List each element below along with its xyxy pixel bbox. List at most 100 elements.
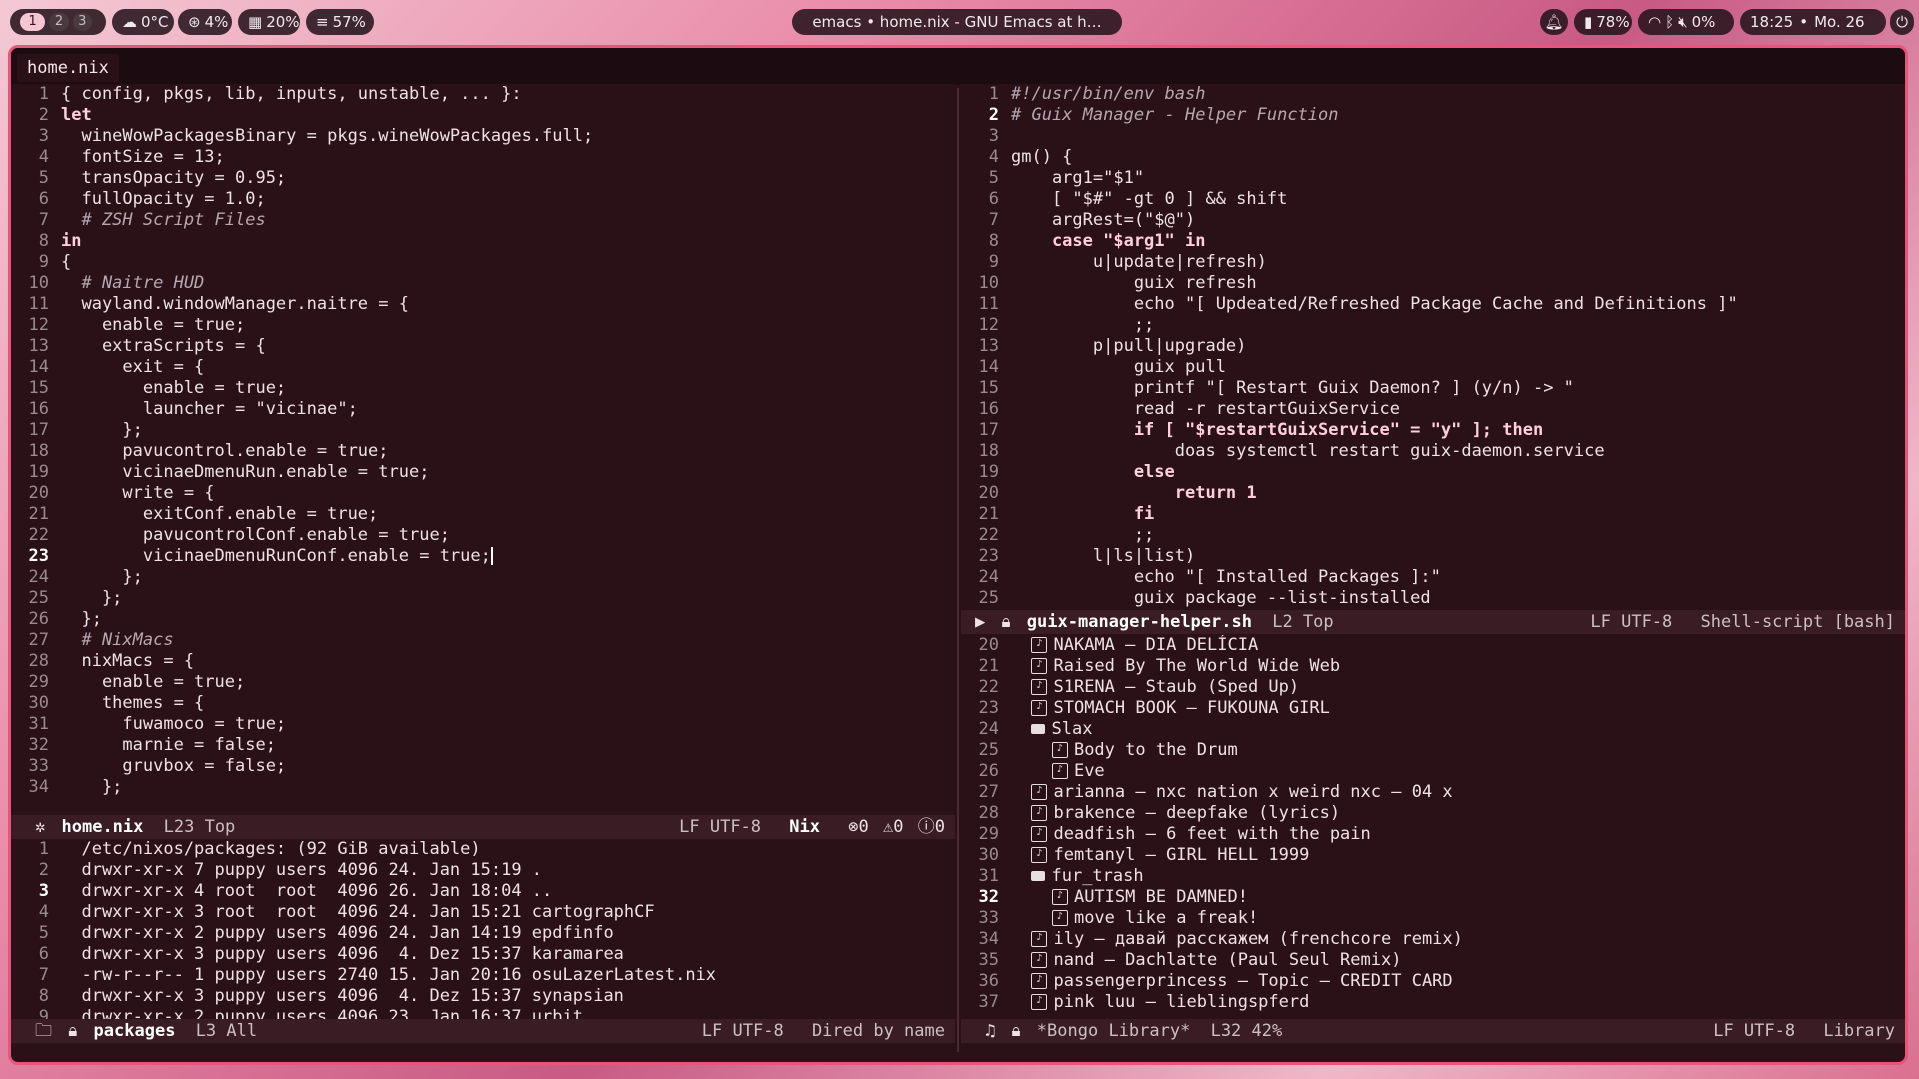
modeline-major-mode[interactable]: Dired by name xyxy=(812,1021,945,1041)
code-line[interactable]: 28 nixMacs = { xyxy=(11,651,955,672)
clock-widget[interactable]: 18:25 • Mo. 26 xyxy=(1740,9,1886,35)
code-line[interactable]: 18 pavucontrol.enable = true; xyxy=(11,441,955,462)
home-nix-buffer[interactable]: 1 { config, pkgs, lib, inputs, unstable, … xyxy=(11,84,955,850)
code-line[interactable]: 35 ♪ nand — Dachlatte (Paul Seul Remix) xyxy=(961,950,1905,971)
code-line[interactable]: 6 [ "$#" -gt 0 ] && shift xyxy=(961,189,1905,210)
code-line[interactable]: 29 enable = true; xyxy=(11,672,955,693)
code-line[interactable]: 37 ♪ pink luu — lieblingspferd xyxy=(961,992,1905,1013)
code-line[interactable]: 3 drwxr-xr-x 4 root root 4096 26. Jan 18… xyxy=(11,881,955,902)
code-line[interactable]: 4 drwxr-xr-x 3 root root 4096 24. Jan 15… xyxy=(11,902,955,923)
code-line[interactable]: 20 write = { xyxy=(11,483,955,504)
code-line[interactable]: 7 -rw-r--r-- 1 puppy users 2740 15. Jan … xyxy=(11,965,955,986)
network-audio-widget[interactable]: ◠ ᛒ 🔇︎ 0% xyxy=(1638,9,1734,35)
code-line[interactable]: 17 }; xyxy=(11,420,955,441)
power-icon[interactable]: ⏻ xyxy=(1890,9,1914,35)
code-line[interactable]: 1 { config, pkgs, lib, inputs, unstable, … xyxy=(11,84,955,105)
code-line[interactable]: 6 drwxr-xr-x 3 puppy users 4096 4. Dez 1… xyxy=(11,944,955,965)
error-count[interactable]: 0 xyxy=(859,817,869,837)
code-line[interactable]: 31 fur_trash xyxy=(961,866,1905,887)
dired-buffer[interactable]: 1 /etc/nixos/packages: (92 GiB available… xyxy=(11,839,955,1039)
memory-widget[interactable]: ▦ 20% xyxy=(238,9,300,35)
tab-home-nix[interactable]: home.nix xyxy=(17,54,119,82)
code-line[interactable]: 18 doas systemctl restart guix-daemon.se… xyxy=(961,441,1905,462)
code-line[interactable]: 12 enable = true; xyxy=(11,315,955,336)
warning-count[interactable]: 0 xyxy=(893,817,903,837)
code-line[interactable]: 16 launcher = "vicinae"; xyxy=(11,399,955,420)
code-line[interactable]: 34 ♪ ily — давай расскажем (frenchcore re… xyxy=(961,929,1905,950)
modeline-major-mode[interactable]: Shell-script [bash] xyxy=(1701,612,1895,632)
modeline-encoding[interactable]: LF UTF-8 xyxy=(702,1021,784,1041)
code-line[interactable]: 11 wayland.windowManager.naitre = { xyxy=(11,294,955,315)
code-line[interactable]: 32 ♪ AUTISM BE DAMNED! xyxy=(961,887,1905,908)
modeline-buffer-name[interactable]: packages xyxy=(94,1021,176,1041)
code-line[interactable]: 27 ♪ arianna — nxc nation x weird nxc — 0… xyxy=(961,782,1905,803)
code-line[interactable]: 23 vicinaeDmenuRunConf.enable = true; xyxy=(11,546,955,567)
code-line[interactable]: 12 ;; xyxy=(961,315,1905,336)
code-line[interactable]: 2 let xyxy=(11,105,955,126)
shell-script-buffer[interactable]: 1 #!/usr/bin/env bash 2 # Guix Manager - He… xyxy=(961,84,1905,624)
info-count[interactable]: 0 xyxy=(935,817,945,837)
modeline-buffer-name[interactable]: *Bongo Library* xyxy=(1037,1021,1191,1041)
code-line[interactable]: 29 ♪ deadfish — 6 feet with the pain xyxy=(961,824,1905,845)
code-line[interactable]: 25 ♪ Body to the Drum xyxy=(961,740,1905,761)
code-line[interactable]: 2 # Guix Manager - Helper Function xyxy=(961,105,1905,126)
code-line[interactable]: 24 Slax xyxy=(961,719,1905,740)
code-line[interactable]: 24 }; xyxy=(11,567,955,588)
code-line[interactable]: 21 ♪ Raised By The World Wide Web xyxy=(961,656,1905,677)
code-line[interactable]: 36 ♪ passengerprincess — Topic — CREDIT C… xyxy=(961,971,1905,992)
code-line[interactable]: 5 arg1="$1" xyxy=(961,168,1905,189)
code-line[interactable]: 20 return 1 xyxy=(961,483,1905,504)
code-line[interactable]: 10 guix refresh xyxy=(961,273,1905,294)
code-line[interactable]: 1 /etc/nixos/packages: (92 GiB available… xyxy=(11,839,955,860)
weather-widget[interactable]: ☁ 0°C xyxy=(112,9,174,35)
battery-widget[interactable]: ▮ 78% xyxy=(1574,9,1632,35)
code-line[interactable]: 22 ♪ S1RENA — Staub (Sped Up) xyxy=(961,677,1905,698)
code-line[interactable]: 33 ♪ move like a freak! xyxy=(961,908,1905,929)
code-line[interactable]: 7 argRest=("$@") xyxy=(961,210,1905,231)
code-line[interactable]: 8 drwxr-xr-x 3 puppy users 4096 4. Dez 1… xyxy=(11,986,955,1007)
code-line[interactable]: 8 in xyxy=(11,231,955,252)
code-line[interactable]: 5 drwxr-xr-x 2 puppy users 4096 24. Jan … xyxy=(11,923,955,944)
code-line[interactable]: 2 drwxr-xr-x 7 puppy users 4096 24. Jan … xyxy=(11,860,955,881)
code-line[interactable]: 5 transOpacity = 0.95; xyxy=(11,168,955,189)
code-line[interactable]: 23 l|ls|list) xyxy=(961,546,1905,567)
modeline-major-mode[interactable]: Nix xyxy=(789,817,820,837)
code-line[interactable]: 26 }; xyxy=(11,609,955,630)
code-line[interactable]: 32 marnie = false; xyxy=(11,735,955,756)
code-line[interactable]: 9 u|update|refresh) xyxy=(961,252,1905,273)
code-line[interactable]: 28 ♪ brakence — deepfake (lyrics) xyxy=(961,803,1905,824)
code-line[interactable]: 21 fi xyxy=(961,504,1905,525)
code-line[interactable]: 11 echo "[ Updeated/Refreshed Package Ca… xyxy=(961,294,1905,315)
code-line[interactable]: 20 ♪ NAKAMA — DIA DELÍCIA xyxy=(961,635,1905,656)
workspace-2-button[interactable]: 2 xyxy=(49,13,69,31)
window-divider[interactable] xyxy=(957,88,959,1052)
workspace-1-button[interactable]: 1 xyxy=(20,13,46,31)
code-line[interactable]: 30 themes = { xyxy=(11,693,955,714)
code-line[interactable]: 25 guix package --list-installed xyxy=(961,588,1905,609)
code-line[interactable]: 9{ xyxy=(11,252,955,273)
code-line[interactable]: 22 ;; xyxy=(961,525,1905,546)
code-line[interactable]: 21 exitConf.enable = true; xyxy=(11,504,955,525)
code-line[interactable]: 27 # NixMacs xyxy=(11,630,955,651)
code-line[interactable]: 3 wineWowPackagesBinary = pkgs.wineWowPa… xyxy=(11,126,955,147)
code-line[interactable]: 26 ♪ Eve xyxy=(961,761,1905,782)
code-line[interactable]: 15 printf "[ Restart Guix Daemon? ] (y/n… xyxy=(961,378,1905,399)
code-line[interactable]: 7 # ZSH Script Files xyxy=(11,210,955,231)
code-line[interactable]: 3 xyxy=(961,126,1905,147)
code-line[interactable]: 14 guix pull xyxy=(961,357,1905,378)
code-line[interactable]: 17 if [ "$restartGuixService" = "y" ]; t… xyxy=(961,420,1905,441)
window-title[interactable]: emacs • home.nix - GNU Emacs at h… xyxy=(792,9,1122,35)
modeline-encoding[interactable]: LF UTF-8 xyxy=(1713,1021,1795,1041)
code-line[interactable]: 6 fullOpacity = 1.0; xyxy=(11,189,955,210)
code-line[interactable]: 19 else xyxy=(961,462,1905,483)
code-line[interactable]: 13 extraScripts = { xyxy=(11,336,955,357)
code-line[interactable]: 1 #!/usr/bin/env bash xyxy=(961,84,1905,105)
code-line[interactable]: 22 pavucontrolConf.enable = true; xyxy=(11,525,955,546)
code-line[interactable]: 15 enable = true; xyxy=(11,378,955,399)
code-line[interactable]: 16 read -r restartGuixService xyxy=(961,399,1905,420)
code-line[interactable]: 25 }; xyxy=(11,588,955,609)
modeline-major-mode[interactable]: Library xyxy=(1823,1021,1895,1041)
code-line[interactable]: 14 exit = { xyxy=(11,357,955,378)
code-line[interactable]: 33 gruvbox = false; xyxy=(11,756,955,777)
code-line[interactable]: 4 gm() { xyxy=(961,147,1905,168)
